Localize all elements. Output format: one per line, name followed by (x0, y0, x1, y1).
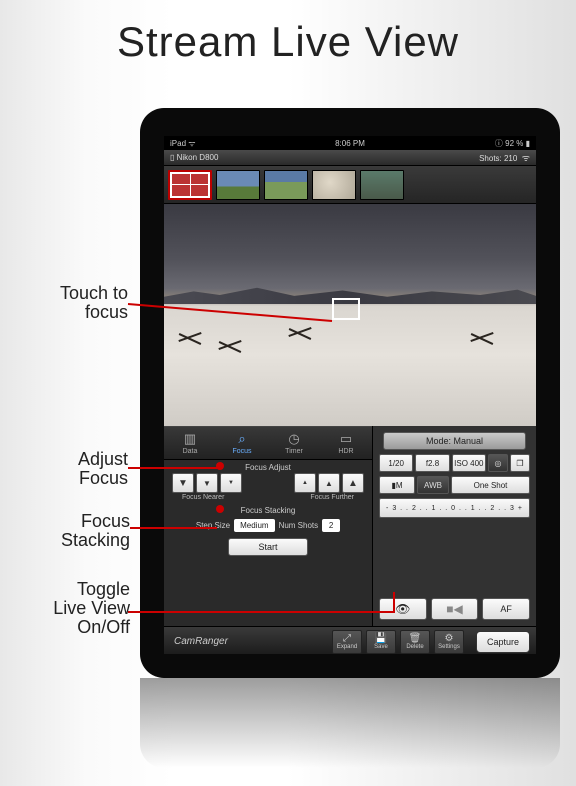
eye-icon: 👁 (395, 602, 410, 616)
tab-bar: ▥Data ⌕Focus ◷Timer ▭HDR (164, 426, 372, 460)
focus-stacking-label: Focus Stacking (164, 503, 372, 516)
expand-button[interactable]: ⤢Expand (332, 630, 362, 654)
save-button[interactable]: 💾Save (366, 630, 396, 654)
focus-point-box[interactable] (332, 298, 360, 320)
focus-further-med[interactable]: ▲ (318, 473, 340, 493)
num-shots-label: Num Shots (279, 521, 319, 530)
clock: 8:06 PM (335, 139, 365, 148)
capture-button[interactable]: Capture (476, 631, 530, 653)
data-icon: ▥ (184, 431, 196, 447)
mode-button[interactable]: Mode: Manual (383, 432, 526, 450)
shutter-button[interactable]: 1/20 (379, 454, 413, 472)
timer-icon: ◷ (288, 431, 299, 447)
focus-nearer-small[interactable]: ▼ (220, 473, 242, 493)
af-button[interactable]: AF (482, 598, 530, 620)
thumbnail-strip (164, 166, 536, 204)
brand-label: CamRanger (174, 636, 228, 647)
grid-view-button[interactable] (168, 170, 212, 200)
step-size-label: Step Size (196, 521, 230, 530)
reflection (140, 678, 560, 768)
shots-counter: Shots: 210 (479, 154, 517, 163)
gear-icon: ⚙ (445, 634, 454, 644)
device-label: iPad ᯤ (170, 138, 196, 149)
focus-further-large[interactable]: ▲ (342, 473, 364, 493)
metering-icon-button[interactable]: ◎ (488, 454, 508, 472)
tab-timer[interactable]: ◷Timer (268, 427, 320, 459)
settings-button[interactable]: ⚙Settings (434, 630, 464, 654)
exposure-scale[interactable]: - 3 . . 2 . . 1 . . 0 . . 1 . . 2 . . 3 … (379, 498, 530, 518)
save-icon: 💾 (375, 634, 387, 644)
focus-nearer-med[interactable]: ▼ (196, 473, 218, 493)
battery-label: ⓘ 92 % ▮ (495, 138, 530, 149)
focus-nearer-label: Focus Nearer (182, 494, 224, 501)
ios-status-bar: iPad ᯤ 8:06 PM ⓘ 92 % ▮ (164, 136, 536, 150)
drive-mode-button[interactable]: One Shot (451, 476, 530, 494)
annotation-toggle-live-view: Toggle Live View On/Off (6, 580, 130, 637)
thumbnail-2[interactable] (264, 170, 308, 200)
step-size-select[interactable]: Medium (234, 519, 274, 532)
thumbnail-4[interactable] (360, 170, 404, 200)
app-header: ▯ Nikon D800 Shots: 210 ᯤ (164, 150, 536, 166)
wb-button[interactable]: AWB (417, 476, 449, 494)
start-button[interactable]: Start (228, 538, 308, 556)
left-control-panel: ▥Data ⌕Focus ◷Timer ▭HDR Focus Adjust ▼ … (164, 426, 372, 626)
annotation-focus-stacking: Focus Stacking (30, 512, 130, 550)
live-view[interactable] (164, 204, 536, 426)
thumbnail-1[interactable] (216, 170, 260, 200)
tab-focus[interactable]: ⌕Focus (216, 427, 268, 459)
annotation-touch-focus: Touch to focus (18, 284, 128, 322)
expand-icon: ⤢ (343, 634, 351, 644)
screen: iPad ᯤ 8:06 PM ⓘ 92 % ▮ ▯ Nikon D800 Sho… (164, 136, 536, 654)
focus-icon: ⌕ (238, 431, 245, 447)
focus-adjust-label: Focus Adjust (164, 460, 372, 473)
focus-nearer-group: ▼ ▼ ▼ (172, 473, 242, 493)
meter-mode-button[interactable]: ▮M (379, 476, 415, 494)
video-icon: ■◀ (446, 602, 462, 616)
focus-further-group: ▲ ▲ ▲ (294, 473, 364, 493)
hdr-icon: ▭ (340, 431, 352, 447)
focus-further-small[interactable]: ▲ (294, 473, 316, 493)
footer-bar: CamRanger ⤢Expand 💾Save 🗑Delete ⚙Setting… (164, 626, 536, 654)
thumbnail-3[interactable] (312, 170, 356, 200)
iso-button[interactable]: ISO 400 (452, 454, 486, 472)
right-control-panel: Mode: Manual 1/20 f2.8 ISO 400 ◎ ❐ ▮M AW… (372, 426, 536, 626)
video-toggle[interactable]: ■◀ (431, 598, 479, 620)
trash-icon: 🗑 (409, 634, 422, 644)
focus-further-label: Focus Further (310, 494, 354, 501)
tab-data[interactable]: ▥Data (164, 427, 216, 459)
camera-model: Nikon D800 (177, 153, 219, 162)
num-shots-input[interactable]: 2 (322, 519, 340, 532)
tab-hdr[interactable]: ▭HDR (320, 427, 372, 459)
page-title: Stream Live View (0, 18, 576, 66)
bracket-icon-button[interactable]: ❐ (510, 454, 530, 472)
focus-nearer-large[interactable]: ▼ (172, 473, 194, 493)
wifi-icon: ᯤ (522, 153, 530, 163)
ipad-frame: iPad ᯤ 8:06 PM ⓘ 92 % ▮ ▯ Nikon D800 Sho… (140, 108, 560, 678)
annotation-adjust-focus: Adjust Focus (38, 450, 128, 488)
live-view-toggle[interactable]: 👁 (379, 598, 427, 620)
delete-button[interactable]: 🗑Delete (400, 630, 430, 654)
aperture-button[interactable]: f2.8 (415, 454, 449, 472)
